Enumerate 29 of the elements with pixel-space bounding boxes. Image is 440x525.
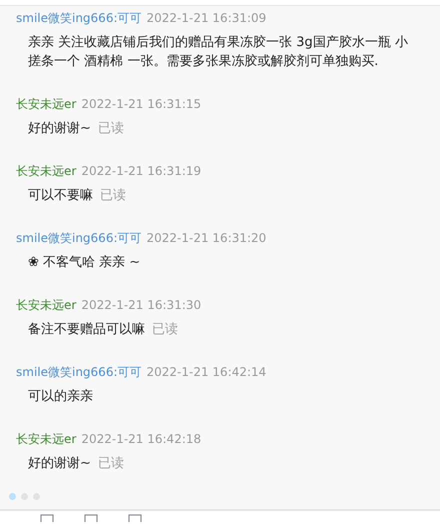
pager-dot[interactable] [9,493,16,500]
message-time: 2022-1-21 16:31:30 [81,297,202,313]
sender-name: 长安未远er [16,163,76,179]
read-status: 已读 [100,188,126,203]
sender-name: smile微笑ing666:可可 [16,364,142,380]
message-text: ❀ 不客气哈 亲亲 ~ [28,255,140,270]
message-time: 2022-1-21 16:31:20 [146,230,266,246]
message-text: 亲亲 关注收藏店铺后我们的赠品有果冻胶一张 3g国产胶水一瓶 小搓条一个 酒精棉 一张。需要多张果冻胶或解胶剂可单独购买. [28,35,408,69]
sender-name: 长安未远er [16,297,76,313]
message-time: 2022-1-21 16:42:18 [81,431,202,447]
sender-name: 长安未远er [16,96,76,112]
toolbar-icon[interactable] [128,514,142,522]
message-time: 2022-1-21 16:31:09 [146,10,266,26]
message-time: 2022-1-21 16:42:14 [146,364,266,380]
sender-name: smile微笑ing666:可可 [16,10,142,26]
message-text: 可以的亲亲 [28,389,93,404]
message-time: 2022-1-21 16:31:15 [81,96,202,112]
read-status: 已读 [98,456,124,471]
message-text: 可以不要嘛 [28,188,93,203]
message-text: 好的谢谢~ [28,121,91,136]
toolbar-icon[interactable] [84,514,98,522]
message-text: 备注不要赠品可以嘛 [28,322,145,337]
read-status: 已读 [98,121,124,136]
read-status: 已读 [152,322,178,337]
toolbar-icon[interactable] [40,514,54,522]
message-time: 2022-1-21 16:31:19 [81,163,202,179]
sender-name: smile微笑ing666:可可 [16,230,142,246]
message-text: 好的谢谢~ [28,456,91,471]
sender-name: 长安未远er [16,431,76,447]
